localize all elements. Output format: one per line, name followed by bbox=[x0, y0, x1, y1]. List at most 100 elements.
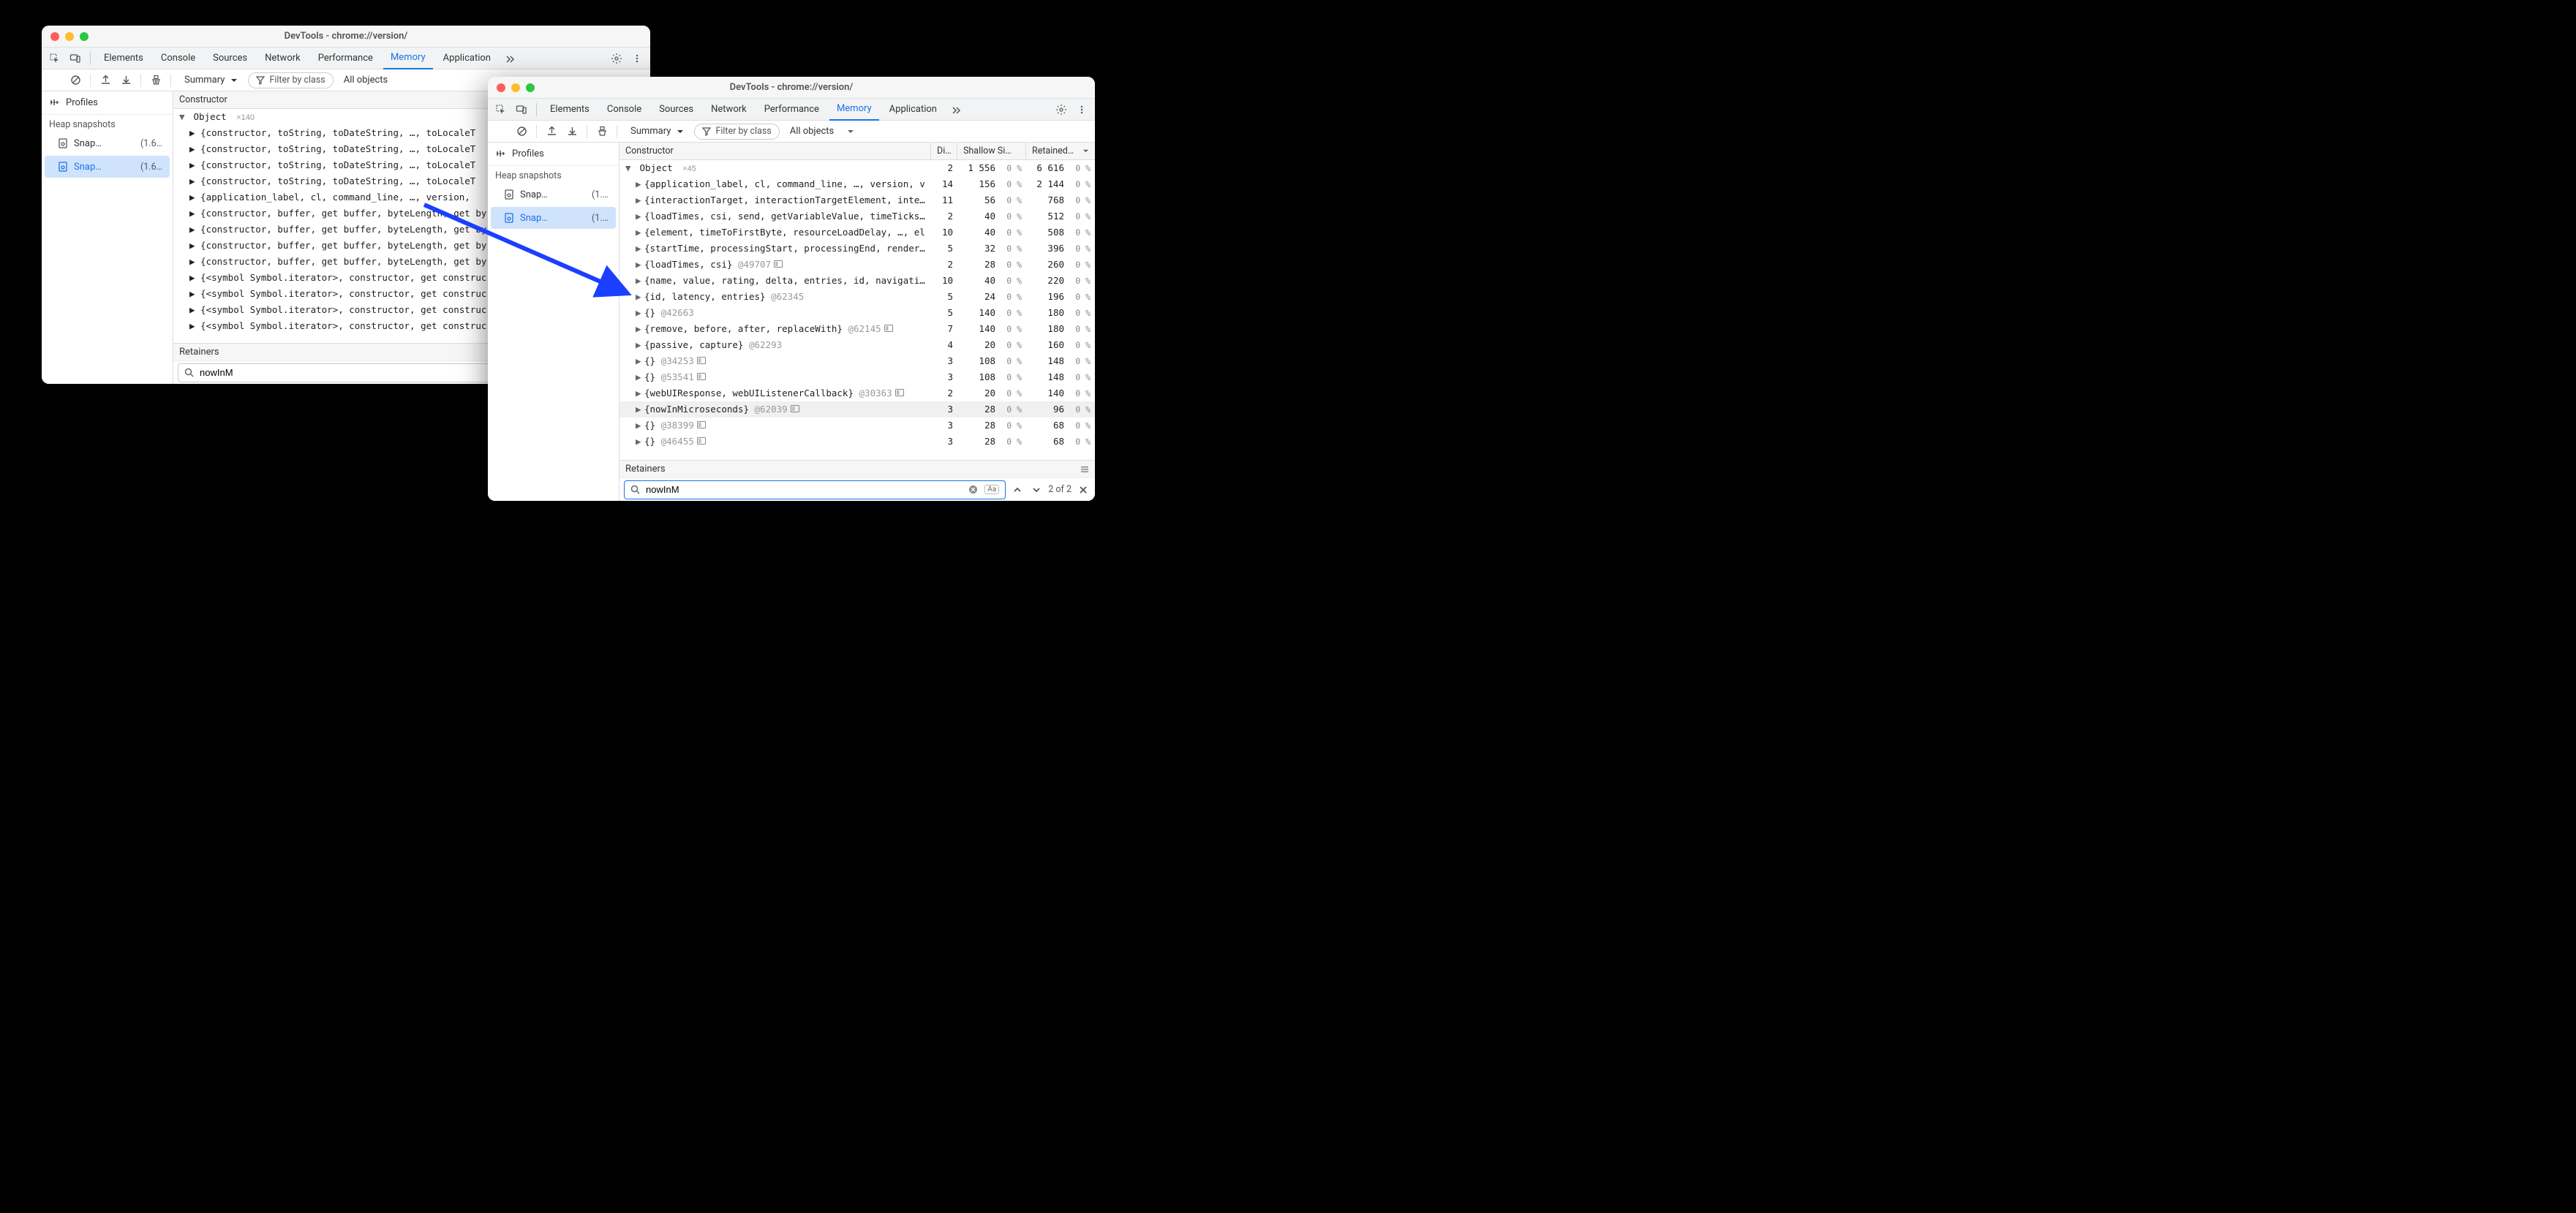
gc-icon[interactable] bbox=[147, 72, 165, 89]
val-shallow: 1 556 bbox=[957, 162, 1000, 173]
col-constructor[interactable]: Constructor bbox=[619, 143, 931, 159]
scope-label: All objects bbox=[344, 75, 388, 86]
next-match-icon[interactable] bbox=[1029, 483, 1044, 497]
object-root[interactable]: ▼ Object ×45 2 1 556 0 % 6 616 0 % bbox=[619, 160, 1095, 176]
minimize-icon[interactable] bbox=[65, 32, 74, 41]
tab-elements[interactable]: Elements bbox=[543, 99, 597, 121]
prev-match-icon[interactable] bbox=[1010, 483, 1025, 497]
tab-elements[interactable]: Elements bbox=[97, 48, 151, 69]
tab-application[interactable]: Application bbox=[882, 99, 944, 121]
tab-sources[interactable]: Sources bbox=[206, 48, 255, 69]
snapshot-name: Snap… bbox=[520, 189, 548, 200]
minimize-icon[interactable] bbox=[511, 83, 520, 92]
table-row[interactable]: ▶{} @464553280 %680 % bbox=[619, 434, 1095, 450]
table-row[interactable]: ▶{} @4266351400 %1800 % bbox=[619, 305, 1095, 321]
clear-icon[interactable] bbox=[67, 72, 84, 89]
tab-console[interactable]: Console bbox=[154, 48, 203, 69]
kebab-icon[interactable] bbox=[1073, 101, 1091, 118]
table-row[interactable]: ▶{passive, capture} @622934200 %1600 % bbox=[619, 337, 1095, 353]
devtools-window-b: DevTools - chrome://version/ Elements Co… bbox=[488, 77, 1095, 501]
clear-icon[interactable] bbox=[513, 123, 530, 140]
match-case-toggle[interactable]: Aa bbox=[984, 485, 999, 494]
search-bar: Aa 2 of 2 bbox=[619, 477, 1095, 501]
search-input[interactable] bbox=[644, 483, 961, 496]
device-icon[interactable] bbox=[513, 101, 530, 118]
table-row[interactable]: ▶{loadTimes, csi} @497072280 %2600 % bbox=[619, 257, 1095, 273]
chevron-down-icon[interactable]: ▼ bbox=[179, 111, 187, 122]
close-icon[interactable] bbox=[50, 32, 59, 41]
tab-sources[interactable]: Sources bbox=[652, 99, 701, 121]
filter-placeholder: Filter by class bbox=[269, 75, 325, 86]
gear-icon[interactable] bbox=[608, 50, 625, 67]
tab-memory[interactable]: Memory bbox=[383, 48, 433, 69]
col-distance[interactable]: Di… bbox=[931, 143, 957, 159]
kebab-icon[interactable] bbox=[628, 50, 646, 67]
tab-performance[interactable]: Performance bbox=[757, 99, 826, 121]
chevron-down-icon[interactable]: ▼ bbox=[625, 162, 633, 173]
snapshot-name: Snap… bbox=[520, 213, 548, 224]
table-row[interactable]: ▶{application_label, cl, command_line, …… bbox=[619, 176, 1095, 192]
col-shallow[interactable]: Shallow Si… bbox=[957, 143, 1026, 159]
col-retained[interactable]: Retained… bbox=[1026, 143, 1095, 159]
table-row[interactable]: ▶{name, value, rating, delta, entries, i… bbox=[619, 273, 1095, 289]
class-filter[interactable]: Filter by class bbox=[248, 72, 333, 88]
more-tabs-icon[interactable] bbox=[501, 50, 519, 67]
heap-section-label: Heap snapshots bbox=[42, 115, 173, 132]
table-row[interactable]: ▶{} @3425331080 %1480 % bbox=[619, 353, 1095, 369]
search-input-wrap[interactable]: Aa bbox=[624, 480, 1006, 499]
table-row[interactable]: ▶{interactionTarget, interactionTargetEl… bbox=[619, 192, 1095, 208]
tab-network[interactable]: Network bbox=[257, 48, 308, 69]
class-filter[interactable]: Filter by class bbox=[694, 124, 779, 140]
view-select[interactable]: Summary bbox=[177, 72, 245, 89]
clear-search-icon[interactable] bbox=[965, 483, 980, 497]
snapshot-item[interactable]: Snap… (1.6… bbox=[45, 132, 170, 154]
record-icon[interactable] bbox=[492, 123, 510, 140]
device-icon[interactable] bbox=[67, 50, 84, 67]
view-select[interactable]: Summary bbox=[623, 123, 691, 140]
record-icon[interactable] bbox=[46, 72, 64, 89]
table-row[interactable]: ▶{startTime, processingStart, processing… bbox=[619, 241, 1095, 257]
table-row[interactable]: ▶{id, latency, entries} @623455240 %1960… bbox=[619, 289, 1095, 305]
export-icon[interactable] bbox=[543, 123, 560, 140]
titlebar[interactable]: DevTools - chrome://version/ bbox=[488, 77, 1095, 99]
snapshot-size: (1.… bbox=[592, 213, 609, 224]
table-row[interactable]: ▶{} @383993280 %680 % bbox=[619, 417, 1095, 434]
window-title: DevTools - chrome://version/ bbox=[49, 31, 643, 42]
titlebar[interactable]: DevTools - chrome://version/ bbox=[42, 26, 650, 48]
profiles-label: Profiles bbox=[66, 97, 98, 108]
snapshot-name: Snap… bbox=[74, 162, 102, 173]
import-icon[interactable] bbox=[563, 123, 581, 140]
retainers-header[interactable]: Retainers bbox=[619, 460, 1095, 477]
maximize-icon[interactable] bbox=[526, 83, 535, 92]
table-row[interactable]: ▶{element, timeToFirstByte, resourceLoad… bbox=[619, 224, 1095, 241]
gear-icon[interactable] bbox=[1052, 101, 1070, 118]
scope-select[interactable]: All objects bbox=[336, 72, 396, 89]
snapshot-item[interactable]: Snap… (1.6… bbox=[45, 156, 170, 178]
snapshot-item[interactable]: Snap… (1.… bbox=[491, 184, 616, 205]
table-row[interactable]: ▶{nowInMicroseconds} @620393280 %960 % bbox=[619, 401, 1095, 417]
table-row[interactable]: ▶{loadTimes, csi, send, getVariableValue… bbox=[619, 208, 1095, 224]
export-icon[interactable] bbox=[97, 72, 114, 89]
close-search-icon[interactable] bbox=[1076, 483, 1091, 497]
scope-select[interactable]: All objects bbox=[783, 123, 842, 140]
gc-icon[interactable] bbox=[593, 123, 611, 140]
table-row[interactable]: ▶{} @5354131080 %1480 % bbox=[619, 369, 1095, 385]
tab-console[interactable]: Console bbox=[600, 99, 649, 121]
tab-memory[interactable]: Memory bbox=[829, 99, 879, 121]
maximize-icon[interactable] bbox=[80, 32, 88, 41]
table-row[interactable]: ▶{remove, before, after, replaceWith} @6… bbox=[619, 321, 1095, 337]
chevron-down-icon[interactable] bbox=[847, 128, 854, 135]
panel-tabs: Elements Console Sources Network Perform… bbox=[488, 99, 1095, 121]
tab-application[interactable]: Application bbox=[436, 48, 498, 69]
retainers-menu-icon[interactable] bbox=[1080, 465, 1089, 474]
inspect-icon[interactable] bbox=[492, 101, 510, 118]
tab-performance[interactable]: Performance bbox=[311, 48, 380, 69]
snapshot-item[interactable]: Snap… (1.… bbox=[491, 207, 616, 229]
import-icon[interactable] bbox=[117, 72, 135, 89]
tab-network[interactable]: Network bbox=[704, 99, 754, 121]
table-row[interactable]: ▶{webUIResponse, webUIListenerCallback} … bbox=[619, 385, 1095, 401]
object-count: ×45 bbox=[682, 165, 696, 173]
close-icon[interactable] bbox=[497, 83, 505, 92]
inspect-icon[interactable] bbox=[46, 50, 64, 67]
more-tabs-icon[interactable] bbox=[947, 101, 965, 118]
